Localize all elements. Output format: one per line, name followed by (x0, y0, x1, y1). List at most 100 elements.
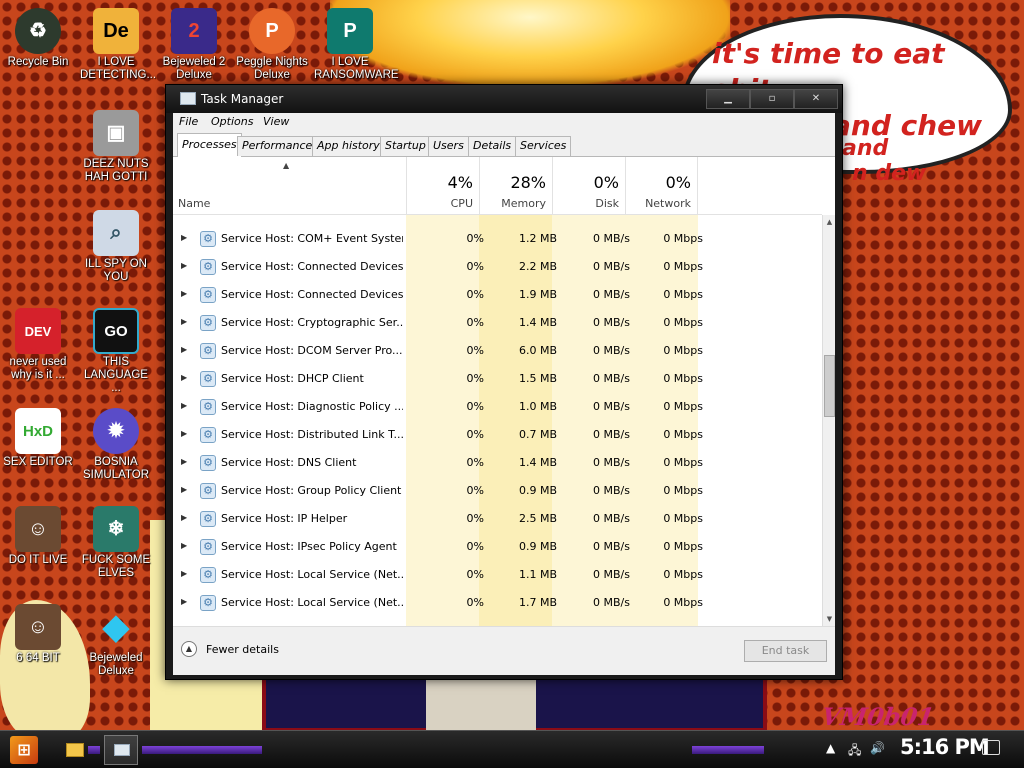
maximize-button[interactable]: ▫ (750, 89, 794, 109)
expand-chevron-icon[interactable]: ▶ (181, 513, 187, 522)
menu-view[interactable]: View (263, 115, 289, 128)
expand-chevron-icon[interactable]: ▶ (181, 373, 187, 382)
process-memory: 1.1 MB (518, 568, 557, 581)
process-row[interactable]: ▶ ⚙ Service Host: DHCP Client 0% 1.5 MB 0 MB/… (173, 365, 822, 393)
menu-file[interactable]: File (179, 115, 198, 128)
process-row[interactable]: ▶ ⚙ Service Host: Connected Devices... 0% 2.… (173, 253, 822, 281)
process-cpu: 0% (466, 428, 484, 441)
peggle-icon: P (249, 8, 295, 54)
desktop-icon-go-language[interactable]: GO THIS LANGUAGE ... (80, 308, 152, 395)
service-gear-icon: ⚙ (200, 371, 216, 387)
expand-chevron-icon[interactable]: ▶ (181, 485, 187, 494)
desktop-icon-peggle[interactable]: P Peggle Nights Deluxe (236, 8, 308, 82)
desktop-icon-detecting[interactable]: De I LOVE DETECTING... (80, 8, 156, 82)
desktop-icon-do-it-live[interactable]: ☺ DO IT LIVE (2, 506, 74, 567)
desktop-icon-devcpp[interactable]: DEV never used why is it ... (2, 308, 74, 382)
scroll-down-icon[interactable]: ▼ (823, 612, 836, 626)
process-row[interactable]: ▶ ⚙ Service Host: Distributed Link T... 0% 0… (173, 421, 822, 449)
process-name: Service Host: Local Service (Net... (221, 568, 403, 581)
service-gear-icon: ⚙ (200, 287, 216, 303)
desktop-icon-recycle-bin[interactable]: ♻ Recycle Bin (2, 8, 74, 69)
vertical-scrollbar[interactable]: ▲ ▼ (822, 215, 835, 626)
memory-label: Memory (501, 197, 546, 210)
process-network: 0 Mbps (663, 400, 703, 413)
desktop-icon-bosnia[interactable]: ✹ BOSNIA SIMULATOR (80, 408, 152, 482)
taskbar-clock[interactable]: 5:16 PM (900, 735, 990, 759)
desktop-icon-64bit[interactable]: ☺ 6 64 BIT (2, 604, 74, 665)
desktop-icon-label: SEX EDITOR (3, 456, 73, 468)
expand-chevron-icon[interactable]: ▶ (181, 317, 187, 326)
process-name: Service Host: Local Service (Net... (221, 596, 403, 609)
menu-options[interactable]: Options (211, 115, 253, 128)
start-button[interactable]: ⊞ (10, 736, 38, 764)
process-row[interactable]: ▶ ⚙ Service Host: Group Policy Client 0% 0.9… (173, 477, 822, 505)
expand-chevron-icon[interactable]: ▶ (181, 233, 187, 242)
desktop-icon-bejeweled2[interactable]: 2 Bejeweled 2 Deluxe (158, 8, 230, 82)
scroll-thumb[interactable] (824, 355, 835, 417)
desktop-icon-ransomware[interactable]: P I LOVE RANSOMWARE (314, 8, 399, 82)
desktop-icon-bejeweled[interactable]: ◆ Bejeweled Deluxe (80, 604, 152, 678)
tab-processes[interactable]: Processes (177, 133, 242, 157)
tab-app-history[interactable]: App history (312, 136, 385, 156)
process-row[interactable]: ▶ ⚙ Service Host: IPsec Policy Agent 0% 0.9 … (173, 533, 822, 561)
show-hidden-icons-icon[interactable]: ▲ (826, 741, 835, 755)
tab-details[interactable]: Details (468, 136, 517, 156)
desktop-icon-deez-nuts[interactable]: ▣ DEEZ NUTS HAH GOTTI (80, 110, 152, 184)
process-row[interactable]: ▶ ⚙ Service Host: DNS Client 0% 1.4 MB 0 MB/s… (173, 449, 822, 477)
scroll-up-icon[interactable]: ▲ (823, 215, 836, 229)
expand-chevron-icon[interactable]: ▶ (181, 429, 187, 438)
process-row[interactable]: ▶ ⚙ Service Host: Diagnostic Policy ... 0% 1… (173, 393, 822, 421)
expand-chevron-icon[interactable]: ▶ (181, 541, 187, 550)
tab-startup[interactable]: Startup (380, 136, 431, 156)
fewer-details-link[interactable]: Fewer details (206, 643, 279, 656)
network-icon[interactable]: 🖧 (848, 741, 861, 762)
title-bar[interactable]: Task Manager ▁ ▫ ✕ (166, 85, 842, 113)
process-row[interactable]: ▶ ⚙ Service Host: Cryptographic Ser... 0% 1.… (173, 309, 822, 337)
disk-percent: 0% (593, 173, 619, 192)
desktop-icon-label: THIS LANGUAGE ... (84, 356, 148, 394)
desktop-icon-elves[interactable]: ❄ FUCK SOME ELVES (80, 506, 152, 580)
column-network[interactable]: 0% Network (625, 157, 698, 215)
process-row[interactable]: ▶ ⚙ Service Host: Local Service (Net... 0% 1… (173, 589, 822, 617)
desktop-icon-sex-editor[interactable]: HxD SEX EDITOR (2, 408, 74, 469)
process-row[interactable]: ▶ ⚙ Service Host: COM+ Event System 0% 1.2 M… (173, 225, 822, 253)
sort-up-icon[interactable]: ▲ (283, 161, 289, 170)
tab-performance[interactable]: Performance (237, 136, 318, 156)
expand-chevron-icon[interactable]: ▶ (181, 597, 187, 606)
volume-icon[interactable]: 🔊 (870, 741, 885, 755)
fewer-details-chevron-icon[interactable]: ▲ (181, 641, 197, 657)
wallpaper-figure (426, 680, 536, 732)
column-name[interactable]: Name (178, 197, 210, 210)
tab-users[interactable]: Users (428, 136, 469, 156)
column-memory[interactable]: 28% Memory (479, 157, 552, 215)
desktop-icon-spy[interactable]: ⌕ ILL SPY ON YOU (80, 210, 152, 284)
process-disk: 0 MB/s (593, 260, 630, 273)
recycle-bin-icon: ♻ (15, 8, 61, 54)
process-row[interactable]: ▶ ⚙ Service Host: IP Helper 0% 2.5 MB 0 MB/s 0… (173, 505, 822, 533)
expand-chevron-icon[interactable]: ▶ (181, 345, 187, 354)
process-network: 0 Mbps (663, 484, 703, 497)
network-spy-icon: ⌕ (93, 210, 139, 256)
task-manager-window[interactable]: Task Manager ▁ ▫ ✕ File Options View Pro… (165, 84, 843, 680)
close-button[interactable]: ✕ (794, 89, 838, 109)
taskbar-task-manager[interactable] (104, 735, 138, 765)
tab-services[interactable]: Services (515, 136, 572, 156)
expand-chevron-icon[interactable]: ▶ (181, 289, 187, 298)
expand-chevron-icon[interactable]: ▶ (181, 261, 187, 270)
desktop-icon-label: DO IT LIVE (8, 554, 68, 566)
process-name: Service Host: DNS Client (221, 456, 357, 469)
process-memory: 1.9 MB (518, 288, 557, 301)
minimize-button[interactable]: ▁ (706, 89, 750, 109)
process-row[interactable]: ▶ ⚙ Service Host: DCOM Server Pro... 0% 6.0 … (173, 337, 822, 365)
expand-chevron-icon[interactable]: ▶ (181, 401, 187, 410)
column-cpu[interactable]: 4% CPU (406, 157, 479, 215)
expand-chevron-icon[interactable]: ▶ (181, 457, 187, 466)
action-center-icon[interactable] (982, 740, 1000, 755)
expand-chevron-icon[interactable]: ▶ (181, 569, 187, 578)
process-row[interactable]: ▶ ⚙ Service Host: Connected Devices... 0% 1.… (173, 281, 822, 309)
process-row[interactable]: ▶ ⚙ Service Host: Local Service (Net... 0% 1… (173, 561, 822, 589)
process-name: Service Host: Distributed Link T... (221, 428, 403, 441)
end-task-button[interactable]: End task (744, 640, 827, 662)
column-disk[interactable]: 0% Disk (552, 157, 625, 215)
taskbar-file-explorer[interactable] (58, 735, 92, 765)
